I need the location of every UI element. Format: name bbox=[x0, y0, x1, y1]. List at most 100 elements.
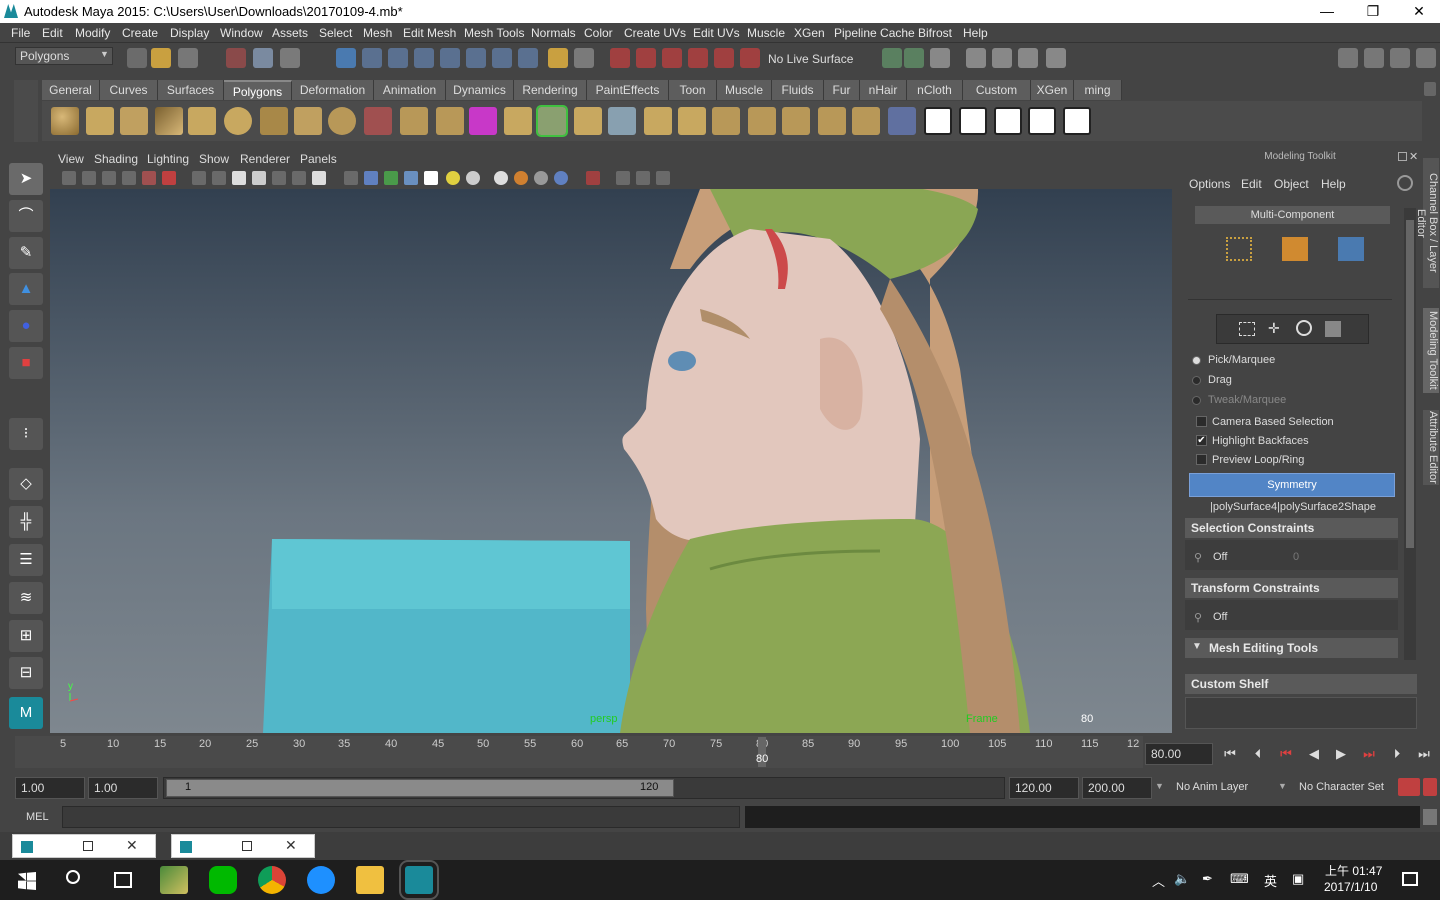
selection-constraints-header[interactable]: Selection Constraints bbox=[1185, 518, 1398, 538]
panel-menu-lighting[interactable]: Lighting bbox=[147, 152, 189, 166]
menu-edit-mesh[interactable]: Edit Mesh bbox=[403, 26, 456, 40]
menu-edit[interactable]: Edit bbox=[42, 26, 63, 40]
tab-nhair[interactable]: nHair bbox=[860, 80, 907, 100]
mtk-scrollbar-thumb[interactable] bbox=[1406, 220, 1414, 548]
tab-animation[interactable]: Animation bbox=[374, 80, 446, 100]
clock-date[interactable]: 2017/1/10 bbox=[1324, 880, 1377, 894]
camera-select-icon[interactable] bbox=[1296, 320, 1312, 336]
boolean-icon[interactable] bbox=[504, 107, 532, 135]
menu-edit-uvs[interactable]: Edit UVs bbox=[693, 26, 740, 40]
single-perspective-layout-icon[interactable]: ◇ bbox=[9, 468, 43, 500]
selection-constraint-value[interactable]: 0 bbox=[1293, 551, 1299, 563]
four-view-layout-icon[interactable]: ╬ bbox=[9, 506, 43, 538]
render-settings-icon[interactable] bbox=[966, 48, 986, 68]
poly-cylinder-icon[interactable] bbox=[120, 107, 148, 135]
marquee-icon[interactable] bbox=[1239, 322, 1255, 336]
bevel-icon[interactable] bbox=[536, 105, 568, 137]
select-component-icon[interactable] bbox=[280, 48, 300, 68]
mtk-menu-help[interactable]: Help bbox=[1321, 177, 1346, 191]
close-button[interactable]: ✕ bbox=[1396, 0, 1440, 23]
make-live-icon[interactable] bbox=[714, 48, 734, 68]
new-scene-icon[interactable] bbox=[127, 48, 147, 68]
tab-ncloth[interactable]: nCloth bbox=[907, 80, 963, 100]
vertex-mode-icon[interactable] bbox=[1226, 237, 1252, 261]
film-gate-icon[interactable] bbox=[212, 171, 226, 185]
snap-grid-icon[interactable] bbox=[610, 48, 630, 68]
resolution-gate-icon[interactable] bbox=[232, 171, 246, 185]
selection-constraint-mode[interactable]: Off bbox=[1213, 551, 1227, 563]
step-forward-key-icon[interactable]: ⏭ bbox=[1359, 746, 1379, 764]
poly-plane-icon[interactable] bbox=[188, 107, 216, 135]
tab-custom[interactable]: Custom bbox=[963, 80, 1031, 100]
bridge-icon[interactable] bbox=[574, 107, 602, 135]
ime-mode-label[interactable]: 英 bbox=[1264, 871, 1277, 890]
mask-all-icon[interactable] bbox=[336, 48, 356, 68]
select-surface-icon[interactable] bbox=[414, 48, 434, 68]
close-panel-icon[interactable]: ✕ bbox=[1409, 150, 1418, 163]
tab-fluids[interactable]: Fluids bbox=[772, 80, 824, 100]
panel-menu-shading[interactable]: Shading bbox=[94, 152, 138, 166]
expand-arrow-icon[interactable]: ▼ bbox=[1192, 641, 1202, 652]
poly-soccer-icon[interactable] bbox=[328, 107, 356, 135]
smooth-shade-icon[interactable] bbox=[364, 171, 378, 185]
shadows-icon[interactable] bbox=[466, 171, 480, 185]
play-backwards-icon[interactable]: ◀ bbox=[1304, 746, 1324, 764]
menu-assets[interactable]: Assets bbox=[272, 26, 308, 40]
separate-icon[interactable] bbox=[400, 107, 428, 135]
script-editor-icon[interactable] bbox=[1423, 809, 1437, 825]
start-time-field[interactable]: 1.00 bbox=[15, 777, 85, 799]
2d-pan-icon[interactable] bbox=[122, 171, 136, 185]
panel-menu-view[interactable]: View bbox=[58, 152, 84, 166]
hypershade-layout-icon[interactable]: ⊞ bbox=[9, 620, 43, 652]
menu-select[interactable]: Select bbox=[319, 26, 352, 40]
render-setup-icon[interactable] bbox=[1046, 48, 1066, 68]
poly-torus-icon[interactable] bbox=[224, 107, 252, 135]
depth-of-field-icon[interactable] bbox=[554, 171, 568, 185]
time-slider[interactable]: 5 10 15 20 25 30 35 40 45 50 55 60 65 70… bbox=[15, 736, 1143, 768]
start-icon[interactable] bbox=[18, 872, 36, 890]
multi-component-button[interactable]: Multi-Component bbox=[1195, 206, 1390, 224]
custom-shelf-area[interactable] bbox=[1185, 697, 1417, 729]
restore-icon[interactable] bbox=[83, 841, 93, 851]
panel-menu-renderer[interactable]: Renderer bbox=[240, 152, 290, 166]
viewport-persp[interactable]: y persp Frame 80 bbox=[50, 189, 1172, 733]
hypershade-icon[interactable] bbox=[992, 48, 1012, 68]
chrome-icon[interactable] bbox=[258, 866, 286, 894]
tab-toon[interactable]: Toon bbox=[669, 80, 717, 100]
maximize-button[interactable]: ❐ bbox=[1350, 0, 1396, 23]
action-center-icon[interactable] bbox=[1402, 872, 1418, 886]
tab-painteffects[interactable]: PaintEffects bbox=[587, 80, 669, 100]
menu-muscle[interactable]: Muscle bbox=[747, 26, 785, 40]
tab-rendering[interactable]: Rendering bbox=[514, 80, 587, 100]
menu-mesh-tools[interactable]: Mesh Tools bbox=[464, 26, 524, 40]
attribute-editor-icon[interactable] bbox=[1364, 48, 1384, 68]
tab-polygons[interactable]: Polygons bbox=[224, 80, 292, 100]
panel-menu-panels[interactable]: Panels bbox=[300, 152, 337, 166]
extrude-icon[interactable] bbox=[608, 107, 636, 135]
screen-ao-icon[interactable] bbox=[494, 171, 508, 185]
playback-end-field[interactable]: 120.00 bbox=[1009, 777, 1079, 799]
chevron-down-icon[interactable]: ▼ bbox=[1278, 781, 1287, 791]
use-all-lights-icon[interactable] bbox=[446, 171, 460, 185]
collapse-icon[interactable] bbox=[818, 107, 846, 135]
tab-general[interactable]: General bbox=[42, 80, 100, 100]
poly-pipe-icon[interactable] bbox=[294, 107, 322, 135]
step-back-frame-icon[interactable]: ⏴ bbox=[1248, 746, 1268, 764]
play-forwards-icon[interactable]: ▶ bbox=[1331, 746, 1351, 764]
maya-taskbar-icon[interactable] bbox=[399, 860, 439, 900]
grid-icon[interactable] bbox=[192, 171, 206, 185]
tool-settings-icon[interactable] bbox=[1390, 48, 1410, 68]
radio-drag[interactable] bbox=[1192, 376, 1201, 385]
app-icon[interactable] bbox=[160, 866, 188, 894]
textured-icon[interactable] bbox=[424, 171, 438, 185]
snap-curve-icon[interactable] bbox=[636, 48, 656, 68]
uv-unfold-icon[interactable] bbox=[994, 107, 1022, 135]
menu-mesh[interactable]: Mesh bbox=[363, 26, 392, 40]
share-icon[interactable] bbox=[656, 171, 670, 185]
command-language-label[interactable]: MEL bbox=[26, 811, 49, 823]
uv-mode-icon[interactable] bbox=[1338, 237, 1364, 261]
tab-fur[interactable]: Fur bbox=[824, 80, 860, 100]
menu-pipeline-cache[interactable]: Pipeline Cache bbox=[834, 26, 915, 40]
paint-select-tool-icon[interactable]: ✎ bbox=[9, 237, 43, 269]
step-forward-frame-icon[interactable]: ⏵ bbox=[1387, 746, 1407, 764]
